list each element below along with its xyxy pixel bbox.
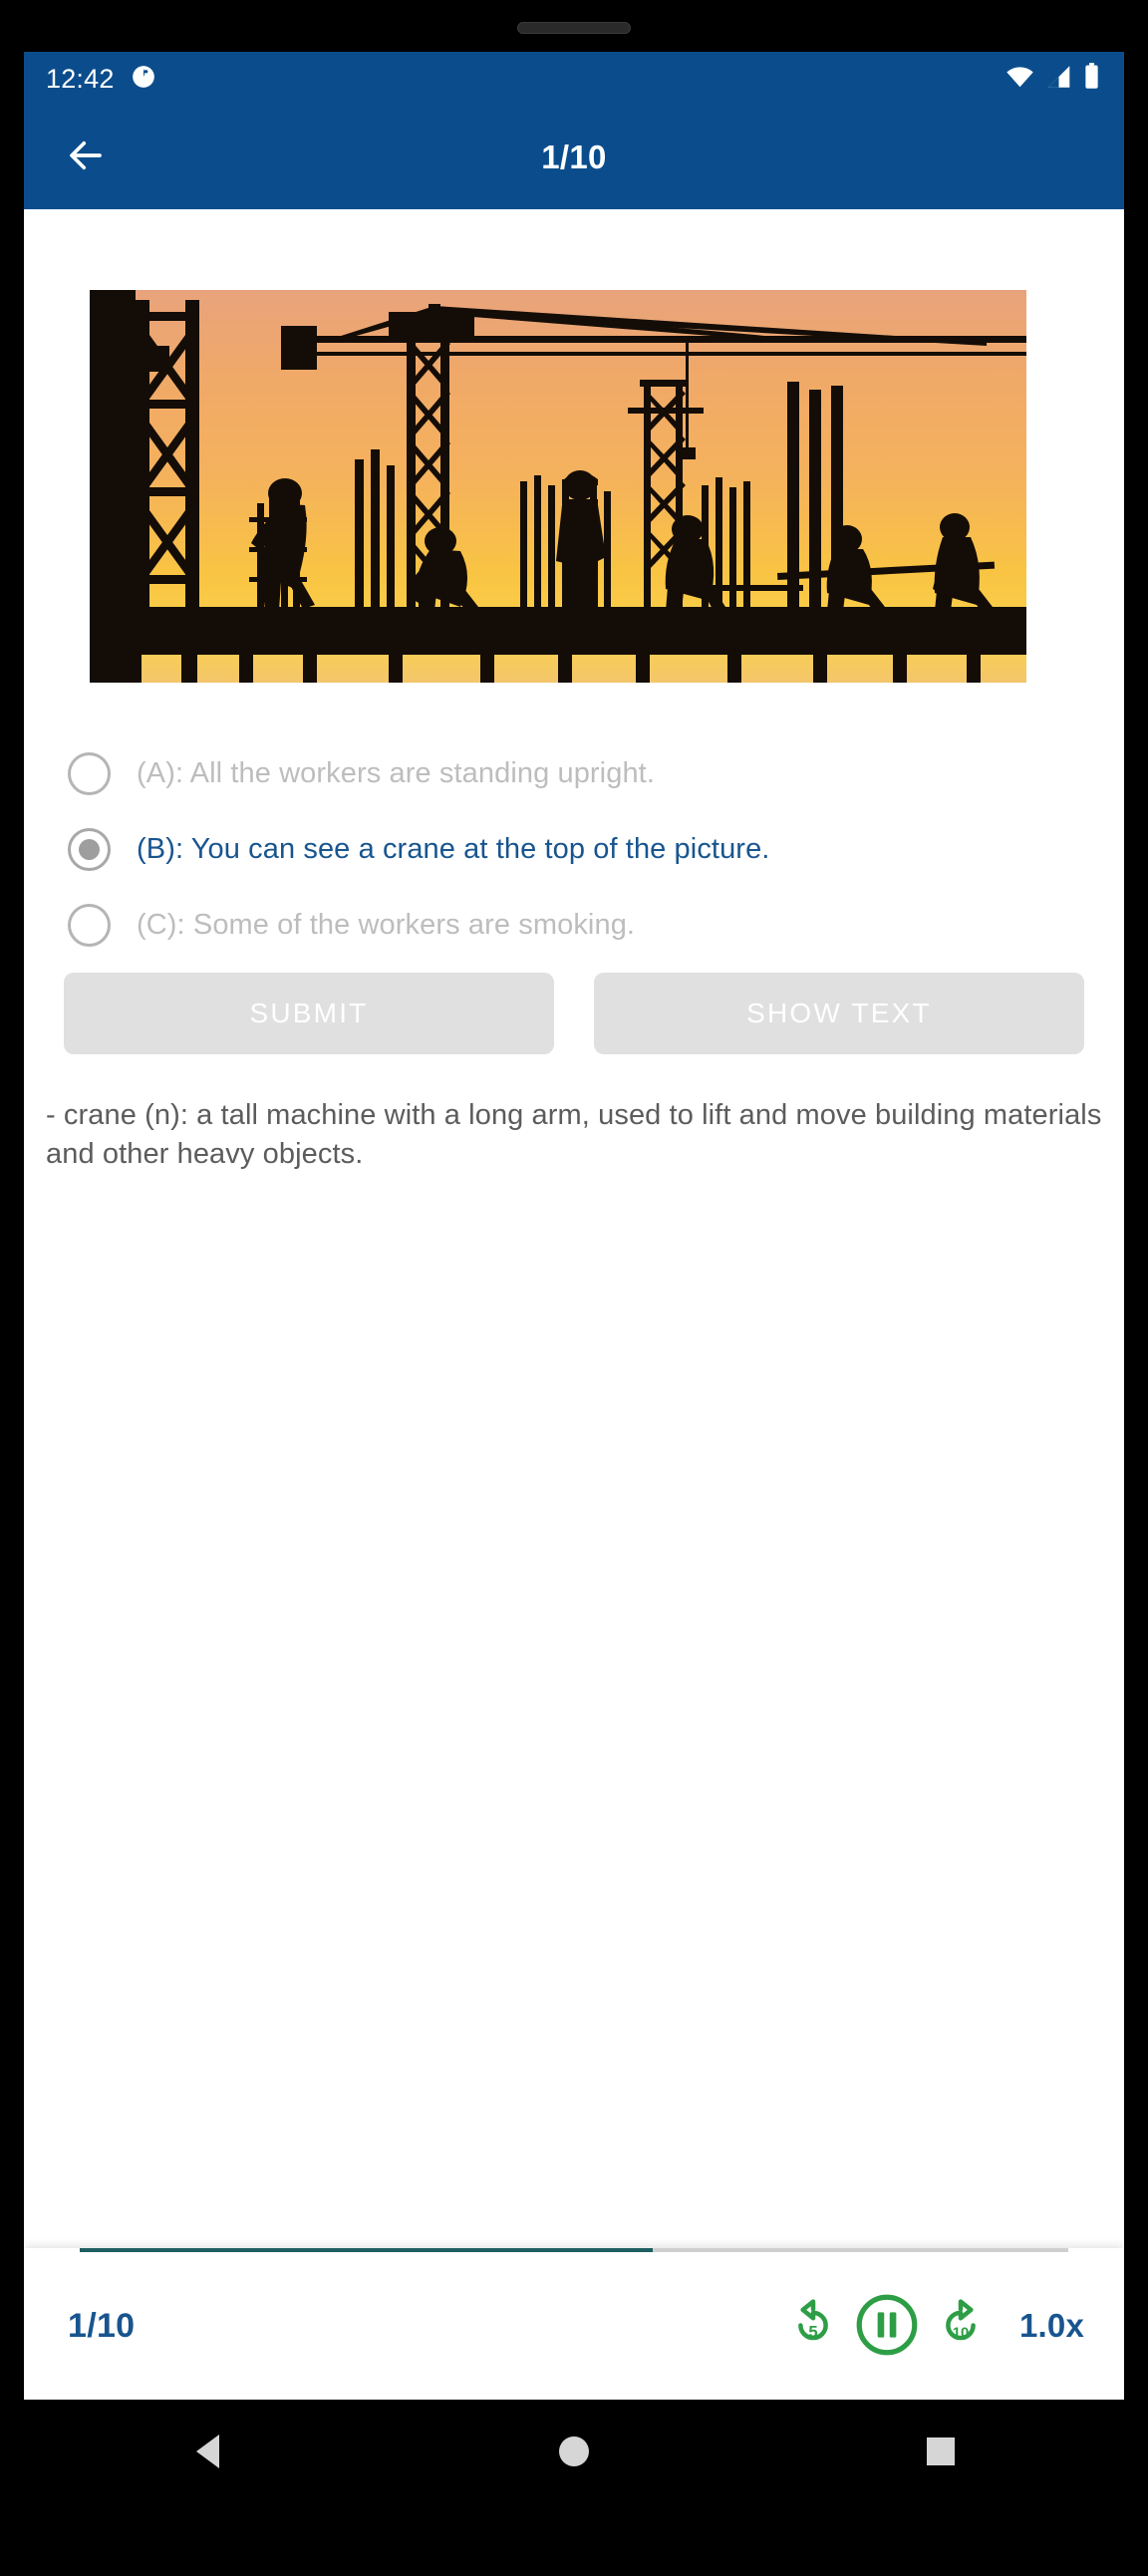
radio-button-b[interactable] <box>68 827 111 871</box>
page-title: 1/10 <box>541 139 607 175</box>
nav-recents-button[interactable] <box>881 2407 1001 2496</box>
radio-button-c[interactable] <box>68 903 111 947</box>
player-controls-row: 1/10 5 10 1.0x <box>24 2252 1124 2400</box>
content-area: (A): All the workers are standing uprigh… <box>24 209 1124 2400</box>
status-time: 12:42 <box>46 63 115 94</box>
nav-home-button[interactable] <box>514 2407 634 2496</box>
playback-speed-button[interactable]: 1.0x <box>1019 2307 1084 2345</box>
clock-badge-icon <box>131 64 156 95</box>
cellular-signal-icon <box>1045 65 1072 94</box>
rewind-5-button[interactable]: 5 <box>786 2298 840 2355</box>
submit-button[interactable]: SUBMIT <box>64 973 554 1054</box>
nav-back-icon <box>195 2434 219 2468</box>
option-row-c[interactable]: (C): Some of the workers are smoking. <box>24 887 1124 963</box>
pause-circle-icon <box>854 2292 920 2361</box>
app-bar: 1/10 <box>24 106 1124 209</box>
option-row-b[interactable]: (B): You can see a crane at the top of t… <box>24 811 1124 887</box>
answer-options-list: (A): All the workers are standing uprigh… <box>24 735 1124 963</box>
svg-text:10: 10 <box>953 2325 970 2341</box>
status-bar: 12:42 <box>24 52 1124 106</box>
forward-10-icon: 10 <box>934 2298 988 2355</box>
earpiece-speaker <box>517 22 631 34</box>
vocabulary-note: - crane (n): a tall machine with a long … <box>46 1099 1102 1170</box>
option-label-b: (B): You can see a crane at the top of t… <box>137 832 770 865</box>
arrow-left-icon <box>65 135 107 181</box>
back-button[interactable] <box>38 110 134 205</box>
replay-5-icon: 5 <box>786 2298 840 2355</box>
play-pause-button[interactable] <box>854 2292 920 2361</box>
option-label-c: (C): Some of the workers are smoking. <box>137 908 636 941</box>
app-screen: 12:42 1/10 (A): All the workers are stan… <box>24 52 1124 2400</box>
android-nav-bar <box>24 2400 1124 2503</box>
status-bar-left: 12:42 <box>46 64 156 95</box>
player-progress-label: 1/10 <box>68 2306 136 2345</box>
playback-controls: 5 10 1.0x <box>786 2292 1084 2361</box>
nav-home-icon <box>559 2436 589 2466</box>
option-label-a: (A): All the workers are standing uprigh… <box>137 756 655 789</box>
svg-text:5: 5 <box>808 2322 817 2341</box>
audio-player: 1/10 5 10 1.0x <box>24 2248 1124 2400</box>
phone-frame: 12:42 1/10 (A): All the workers are stan… <box>0 0 1148 2576</box>
radio-button-a[interactable] <box>68 751 111 795</box>
nav-recents-icon <box>927 2437 955 2465</box>
forward-10-button[interactable]: 10 <box>934 2298 988 2355</box>
construction-site-illustration <box>90 290 1026 683</box>
show-text-button[interactable]: SHOW TEXT <box>594 973 1084 1054</box>
wifi-icon <box>1005 65 1034 94</box>
question-image <box>90 290 1026 683</box>
option-row-a[interactable]: (A): All the workers are standing uprigh… <box>24 735 1124 811</box>
battery-icon <box>1083 63 1100 95</box>
nav-back-button[interactable] <box>147 2407 267 2496</box>
status-bar-right <box>1005 63 1100 95</box>
action-buttons-row: SUBMIT SHOW TEXT <box>24 973 1124 1054</box>
radio-selected-dot <box>79 838 100 860</box>
